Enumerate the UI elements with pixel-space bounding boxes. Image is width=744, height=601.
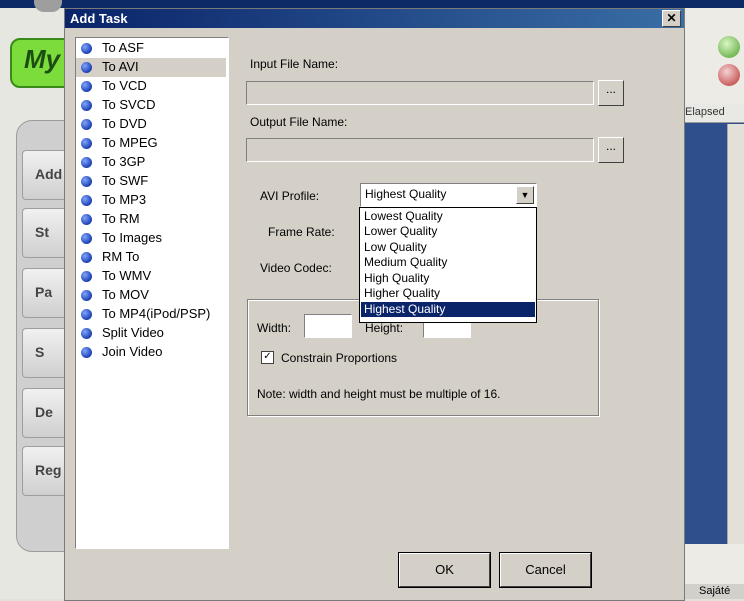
- taskbar: Sajáté: [683, 584, 744, 599]
- bullet-icon: [81, 119, 92, 130]
- bullet-icon: [81, 252, 92, 263]
- task-item-to-mov[interactable]: To MOV: [76, 286, 226, 305]
- profile-option-lowest[interactable]: Lowest Quality: [361, 209, 535, 224]
- frame-rate-label: Frame Rate:: [268, 225, 335, 239]
- task-item-rm-to[interactable]: RM To: [76, 248, 226, 267]
- task-item-to-asf[interactable]: To ASF: [76, 39, 226, 58]
- background-titlebar: [0, 0, 744, 8]
- constrain-label: Constrain Proportions: [281, 351, 398, 365]
- bullet-icon: [81, 195, 92, 206]
- bullet-icon: [81, 157, 92, 168]
- input-file-field[interactable]: [246, 81, 594, 105]
- bullet-icon: [81, 309, 92, 320]
- task-item-to-mp3[interactable]: To MP3: [76, 191, 226, 210]
- avi-profile-dropdown: Lowest Quality Lower Quality Low Quality…: [359, 207, 537, 323]
- avi-profile-value: Highest Quality: [365, 187, 447, 201]
- bullet-icon: [81, 176, 92, 187]
- bullet-icon: [81, 62, 92, 73]
- dialog-title: Add Task: [70, 11, 128, 26]
- task-item-to-vcd[interactable]: To VCD: [76, 77, 226, 96]
- output-browse-button[interactable]: ...: [598, 137, 624, 163]
- add-task-dialog: Add Task ✕ To ASF To AVI To VCD To SVCD …: [64, 8, 685, 601]
- cancel-button[interactable]: Cancel: [500, 553, 591, 587]
- bullet-icon: [81, 328, 92, 339]
- elapsed-column-header[interactable]: Elapsed: [683, 104, 744, 123]
- output-file-field[interactable]: [246, 138, 594, 162]
- profile-option-low[interactable]: Low Quality: [361, 240, 535, 255]
- height-label: Height:: [365, 321, 404, 335]
- profile-option-lower[interactable]: Lower Quality: [361, 224, 535, 239]
- output-file-label: Output File Name:: [250, 115, 348, 129]
- bullet-icon: [81, 81, 92, 92]
- background-stop-button[interactable]: S: [22, 328, 69, 378]
- close-app-icon[interactable]: [718, 64, 740, 86]
- task-item-join-video[interactable]: Join Video: [76, 343, 226, 362]
- width-input[interactable]: [304, 314, 352, 338]
- profile-option-high[interactable]: High Quality: [361, 271, 535, 286]
- minimize-icon[interactable]: [718, 36, 740, 58]
- profile-option-medium[interactable]: Medium Quality: [361, 255, 535, 270]
- avi-profile-select[interactable]: Highest Quality ▼: [360, 183, 537, 207]
- dialog-titlebar: Add Task ✕: [65, 9, 684, 28]
- width-label: Width:: [257, 321, 292, 335]
- video-codec-label: Video Codec:: [260, 261, 332, 275]
- input-browse-button[interactable]: ...: [598, 80, 624, 106]
- task-item-to-images[interactable]: To Images: [76, 229, 226, 248]
- size-note: Note: width and height must be multiple …: [257, 387, 501, 401]
- background-start-button[interactable]: St: [22, 208, 69, 258]
- task-item-to-svcd[interactable]: To SVCD: [76, 96, 226, 115]
- profile-option-highest[interactable]: Highest Quality: [361, 302, 535, 317]
- background-scrollbar[interactable]: [727, 124, 744, 544]
- task-item-split-video[interactable]: Split Video: [76, 324, 226, 343]
- task-type-list[interactable]: To ASF To AVI To VCD To SVCD To DVD To M…: [75, 37, 229, 549]
- bullet-icon: [81, 290, 92, 301]
- avi-profile-label: AVI Profile:: [260, 189, 320, 203]
- background-pause-button[interactable]: Pa: [22, 268, 69, 318]
- bullet-icon: [81, 100, 92, 111]
- bullet-icon: [81, 233, 92, 244]
- task-item-to-mp4[interactable]: To MP4(iPod/PSP): [76, 305, 226, 324]
- background-delete-button[interactable]: De: [22, 388, 69, 438]
- task-item-to-3gp[interactable]: To 3GP: [76, 153, 226, 172]
- bullet-icon: [81, 214, 92, 225]
- bullet-icon: [81, 138, 92, 149]
- task-item-to-avi[interactable]: To AVI: [76, 58, 226, 77]
- task-item-to-swf[interactable]: To SWF: [76, 172, 226, 191]
- ok-button[interactable]: OK: [399, 553, 490, 587]
- profile-option-higher[interactable]: Higher Quality: [361, 286, 535, 301]
- background-register-button[interactable]: Reg: [22, 446, 69, 496]
- bullet-icon: [81, 271, 92, 282]
- task-item-to-wmv[interactable]: To WMV: [76, 267, 226, 286]
- app-logo-text: My: [24, 44, 61, 74]
- bullet-icon: [81, 347, 92, 358]
- constrain-checkbox[interactable]: ✓: [261, 351, 274, 364]
- background-add-button[interactable]: Add: [22, 150, 69, 200]
- chevron-down-icon[interactable]: ▼: [516, 186, 534, 204]
- close-icon[interactable]: ✕: [662, 10, 681, 27]
- task-item-to-mpeg[interactable]: To MPEG: [76, 134, 226, 153]
- input-file-label: Input File Name:: [250, 57, 339, 71]
- task-item-to-rm[interactable]: To RM: [76, 210, 226, 229]
- task-item-to-dvd[interactable]: To DVD: [76, 115, 226, 134]
- bullet-icon: [81, 43, 92, 54]
